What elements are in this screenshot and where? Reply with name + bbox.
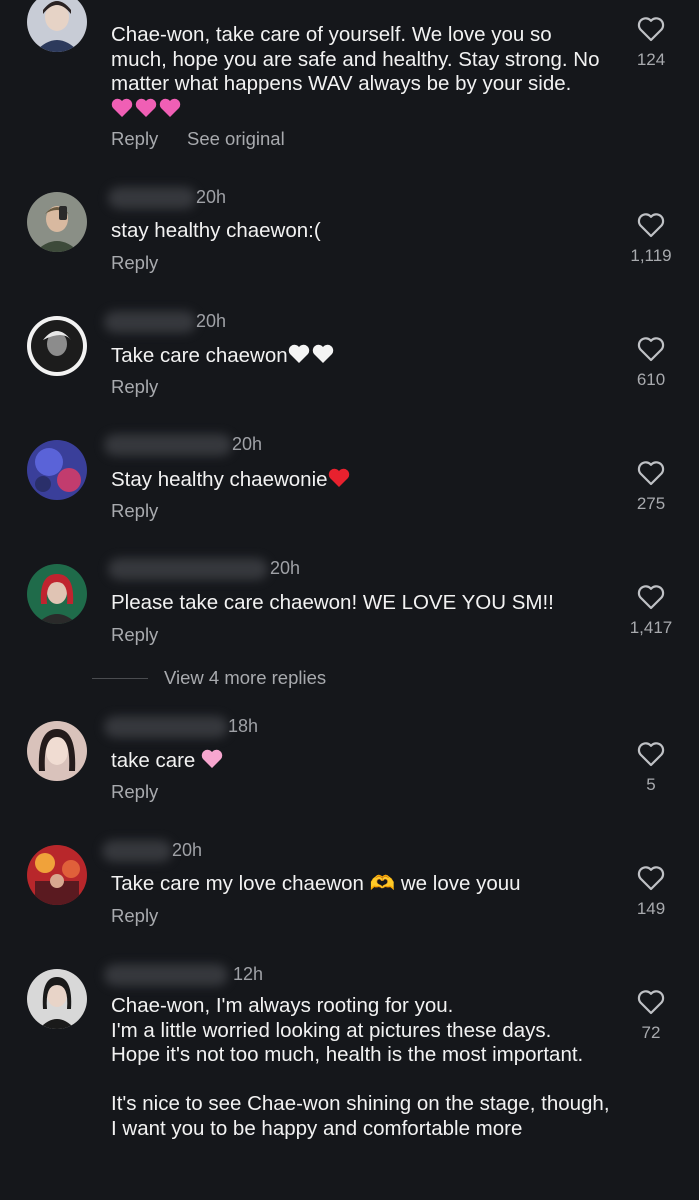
username-redacted: [108, 187, 196, 209]
white-hearts-emoji: [288, 343, 338, 372]
avatar[interactable]: [27, 845, 87, 905]
comment-text: Stay healthy chaewonie: [111, 467, 611, 496]
heart-outline-icon: [637, 337, 665, 362]
view-more-replies-button[interactable]: View 4 more replies: [164, 667, 326, 689]
username-redacted: [104, 434, 232, 456]
avatar[interactable]: [27, 0, 87, 52]
avatar[interactable]: [27, 564, 87, 624]
username-redacted: [104, 964, 228, 986]
like-count: 275: [636, 494, 666, 513]
comment-time: 20h: [172, 840, 203, 860]
like-count: 1,119: [630, 246, 672, 265]
comment-text: stay healthy chaewon:(: [111, 219, 321, 242]
avatar[interactable]: [27, 316, 87, 376]
reply-button[interactable]: Reply: [111, 128, 158, 150]
like-button[interactable]: 72: [620, 989, 682, 1043]
comment-time: 20h: [270, 558, 301, 578]
username-redacted: [104, 716, 228, 738]
comment-feed: Chae-won, take care of yourself. We love…: [0, 0, 699, 1200]
avatar[interactable]: [27, 440, 87, 500]
comment-time: 12h: [233, 964, 264, 984]
heart-outline-icon: [637, 990, 665, 1015]
pink-hearts-emoji: [111, 97, 183, 126]
username-redacted: [102, 840, 172, 862]
username-redacted: [108, 558, 268, 580]
heart-outline-icon: [637, 213, 665, 238]
comment-text: Take care my love chaewon 🫶 we love youu: [111, 872, 521, 895]
reply-button[interactable]: Reply: [111, 905, 158, 927]
reply-button[interactable]: Reply: [111, 781, 158, 803]
heart-outline-icon: [637, 461, 665, 486]
red-heart-emoji: [328, 467, 352, 496]
like-button[interactable]: 124: [620, 16, 682, 70]
like-count: 124: [636, 50, 666, 69]
comment-time: 20h: [196, 187, 227, 207]
like-count: 149: [636, 899, 666, 918]
like-count: 72: [641, 1023, 661, 1042]
avatar[interactable]: [27, 721, 87, 781]
view-more-divider: [92, 678, 148, 679]
comment-time: 20h: [196, 311, 227, 331]
comment-text: Chae-won, take care of yourself. We love…: [111, 23, 611, 125]
reply-button[interactable]: Reply: [111, 624, 158, 646]
heart-outline-icon: [637, 17, 665, 42]
reply-button[interactable]: Reply: [111, 500, 158, 522]
like-button[interactable]: 149: [620, 865, 682, 919]
comment-text: Take care chaewon: [111, 343, 611, 372]
like-button[interactable]: 5: [620, 741, 682, 795]
reply-button[interactable]: Reply: [111, 376, 158, 398]
like-button[interactable]: 1,417: [620, 584, 682, 638]
avatar[interactable]: [27, 192, 87, 252]
comment-text: Please take care chaewon! WE LOVE YOU SM…: [111, 591, 554, 614]
comment-time: 20h: [232, 434, 263, 454]
avatar[interactable]: [27, 969, 87, 1029]
heart-outline-icon: [637, 866, 665, 891]
like-count: 1,417: [629, 618, 673, 637]
like-count: 5: [646, 775, 656, 794]
comment-text: take care: [111, 748, 611, 777]
comment-text: Chae-won, I'm always rooting for you. I'…: [111, 994, 610, 1140]
like-button[interactable]: 1,119: [620, 212, 682, 266]
username-redacted: [104, 311, 196, 333]
heart-outline-icon: [637, 585, 665, 610]
light-pink-heart-emoji: [201, 748, 225, 777]
like-button[interactable]: 610: [620, 336, 682, 390]
like-button[interactable]: 275: [620, 460, 682, 514]
see-original-button[interactable]: See original: [187, 128, 285, 150]
heart-outline-icon: [637, 742, 665, 767]
reply-button[interactable]: Reply: [111, 252, 158, 274]
like-count: 610: [636, 370, 666, 389]
comment-time: 18h: [228, 716, 259, 736]
